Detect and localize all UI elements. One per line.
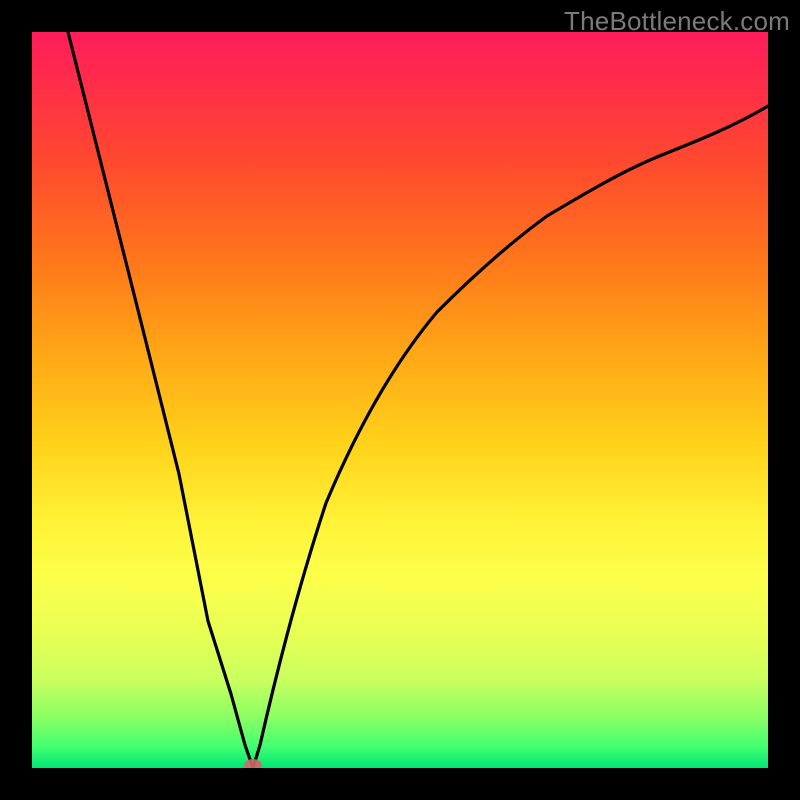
plot-area: [32, 32, 768, 768]
minimum-marker: [244, 759, 262, 768]
chart-frame: TheBottleneck.com: [0, 0, 800, 800]
bottleneck-curve: [68, 32, 768, 768]
watermark-text: TheBottleneck.com: [564, 6, 790, 37]
curve-svg: [32, 32, 768, 768]
